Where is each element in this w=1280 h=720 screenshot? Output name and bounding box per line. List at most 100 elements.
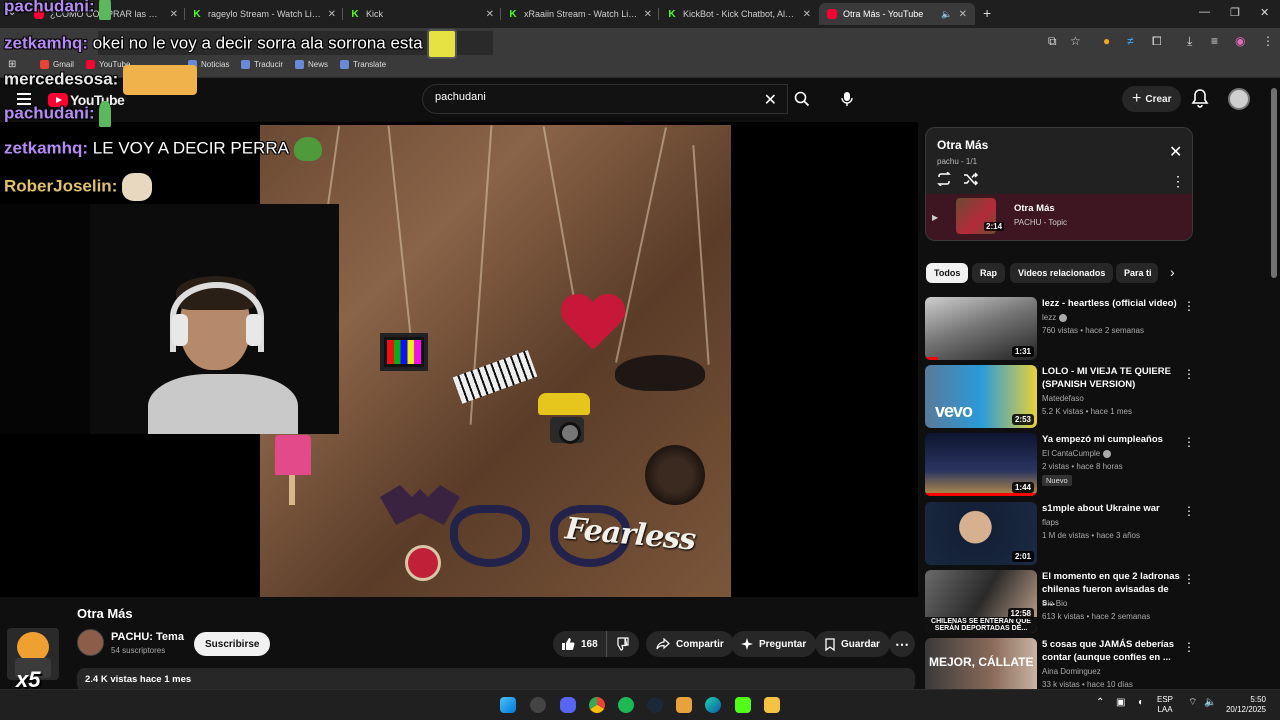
recommendation-item[interactable]: 1:44 Ya empezó mi cumpleaños El CantaCum… (925, 433, 1195, 499)
artwork-heart-pendant (405, 545, 441, 581)
headphone-cup-left (172, 314, 188, 346)
tray-app-icon[interactable]: ◐ (1138, 698, 1144, 708)
tray-app-icon[interactable]: ▣ (1116, 698, 1125, 708)
video-menu-icon[interactable]: ⋮ (1183, 504, 1195, 518)
video-duration: 12:58 (1007, 608, 1034, 619)
close-playlist-icon[interactable]: ✕ (1169, 142, 1182, 162)
menu-kebab-icon[interactable]: ⋮ (1262, 34, 1274, 48)
recommendation-item[interactable]: CHILENAS SE ENTERAN QUE SERÁN DEPORTADAS… (925, 570, 1195, 636)
share-button[interactable]: Compartir (646, 631, 734, 657)
chevron-right-icon[interactable]: › (1170, 264, 1175, 280)
kick-icon: K (351, 8, 359, 20)
reading-list-icon[interactable]: ≡ (1211, 34, 1218, 48)
subscribe-button[interactable]: Suscribirse (194, 632, 271, 656)
video-menu-icon[interactable]: ⋮ (1183, 640, 1195, 654)
notifications-bell-icon[interactable] (1191, 88, 1209, 108)
search-button[interactable] (785, 84, 819, 114)
like-button[interactable]: 168 (553, 631, 607, 657)
speaker-icon[interactable]: 🔈 (941, 9, 952, 20)
close-tab-icon[interactable]: ✕ (644, 9, 652, 20)
recommendation-item[interactable]: MEJOR, CÁLLATE 5 cosas que JAMÁS debería… (925, 638, 1195, 689)
loop-icon[interactable] (936, 172, 952, 186)
bookmark-star-icon[interactable]: ☆ (1070, 34, 1081, 48)
video-menu-icon[interactable]: ⋮ (1183, 299, 1195, 313)
spotify-icon[interactable] (618, 697, 634, 713)
install-app-icon[interactable]: ⧉ (1048, 34, 1057, 49)
create-button[interactable]: + Crear (1122, 86, 1182, 112)
ask-button[interactable]: Preguntar (731, 631, 817, 657)
video-menu-icon[interactable]: ⋮ (1183, 572, 1195, 586)
discord-icon[interactable] (560, 697, 576, 713)
minimize-icon[interactable]: — (1199, 6, 1210, 18)
artwork-chain (387, 125, 415, 365)
account-avatar[interactable] (1228, 88, 1250, 110)
channel-name: lezz (1042, 313, 1068, 322)
bookmark-traducir[interactable]: Traducir (241, 60, 283, 69)
bookmark-translate[interactable]: Translate (340, 60, 386, 69)
volume-icon[interactable]: 🔈 (1204, 698, 1216, 708)
clear-search-icon[interactable]: ✕ (764, 90, 777, 110)
chip-rap[interactable]: Rap (972, 263, 1006, 283)
channel-label: El CantaCumple (1042, 449, 1101, 458)
download-icon[interactable]: ⤓ (1187, 34, 1192, 49)
profile-avatar-icon[interactable]: ◉ (1235, 34, 1245, 48)
kick-icon[interactable] (735, 697, 751, 713)
close-tab-icon[interactable]: ✕ (486, 9, 494, 20)
playlist-item-current[interactable]: ▶ 2:14 Otra Más PACHU - Topic (926, 194, 1192, 240)
new-tab-button[interactable]: + (983, 5, 991, 21)
chrome-icon[interactable] (589, 697, 605, 713)
artwork-mustache-charm (615, 355, 705, 391)
browser-tab-3[interactable]: K Kick ✕ (342, 3, 502, 25)
voice-search-button[interactable] (833, 85, 861, 113)
chat-message: mercedesosa: (4, 65, 198, 95)
page-scrollbar[interactable] (1271, 88, 1277, 278)
alien-emote-icon (99, 101, 112, 127)
close-tab-icon[interactable]: ✕ (328, 9, 336, 20)
bookmark-label: Traducir (254, 60, 284, 69)
more-actions-button[interactable]: ⋯ (889, 631, 915, 657)
shuffle-icon[interactable] (963, 172, 979, 186)
file-explorer-icon[interactable] (764, 697, 780, 713)
video-thumbnail: 2:01 (925, 502, 1037, 565)
playlist-menu-icon[interactable]: ⋮ (1171, 173, 1185, 190)
save-button[interactable]: Guardar (815, 631, 890, 657)
browser-tab-2[interactable]: K rageylo Stream - Watch Live on ✕ (184, 3, 344, 25)
more-horizontal-icon: ⋯ (895, 635, 909, 652)
dislike-button[interactable] (607, 631, 643, 657)
channel-avatar[interactable] (77, 629, 104, 656)
close-tab-icon[interactable]: ✕ (803, 9, 811, 20)
close-tab-icon[interactable]: ✕ (170, 9, 178, 20)
edge-icon[interactable] (705, 697, 721, 713)
wifi-icon[interactable]: ⌔ (1188, 698, 1197, 708)
chip-todos[interactable]: Todos (926, 263, 969, 283)
chip-para-ti[interactable]: Para ti (1116, 263, 1158, 283)
close-tab-icon[interactable]: ✕ (959, 9, 967, 20)
video-meta: 2 vistas • hace 8 horas (1042, 462, 1123, 471)
restore-icon[interactable]: ❐ (1230, 6, 1240, 19)
video-menu-icon[interactable]: ⋮ (1183, 435, 1195, 449)
browser-tab-active[interactable]: Otra Más - YouTube 🔈 ✕ (819, 3, 975, 25)
puzzle-icon[interactable]: ⧠ (1152, 34, 1162, 49)
bookmark-news[interactable]: News (295, 60, 328, 69)
language-indicator[interactable]: ESP LAA (1157, 695, 1173, 715)
steam-icon[interactable] (647, 697, 663, 713)
windows-start-icon[interactable] (500, 697, 516, 713)
show-hidden-icons[interactable]: ⌃ (1096, 698, 1104, 708)
app-icon[interactable] (676, 697, 692, 713)
browser-tab-4[interactable]: K xRaaiin Stream - Watch Live on ✕ (500, 3, 660, 25)
channel-name[interactable]: PACHU: Tema (111, 631, 184, 643)
playlist-title[interactable]: Otra Más (937, 138, 988, 152)
recommendation-item[interactable]: 1:31 lezz - heartless (official video) l… (925, 297, 1195, 363)
extension-icon[interactable]: ● (1103, 34, 1110, 48)
clock[interactable]: 5:50 20/12/2025 (1222, 695, 1266, 715)
recommendation-item[interactable]: vevo 2:53 LOLO - MI VIEJA TE QUIERE (SPA… (925, 365, 1195, 431)
extension-icon[interactable]: ≠ (1127, 34, 1134, 48)
close-window-icon[interactable]: ✕ (1260, 6, 1269, 19)
recommendation-item[interactable]: 2:01 s1mple about Ukraine war flaps 1 M … (925, 502, 1195, 568)
app-icon[interactable] (530, 697, 546, 713)
browser-tab-5[interactable]: K KickBot - Kick Chatbot, Alerts, T ✕ (659, 3, 819, 25)
cat-emote-icon (122, 173, 153, 201)
chip-videos-relacionados[interactable]: Videos relacionados (1010, 263, 1114, 283)
search-input[interactable] (435, 91, 755, 103)
video-menu-icon[interactable]: ⋮ (1183, 367, 1195, 381)
